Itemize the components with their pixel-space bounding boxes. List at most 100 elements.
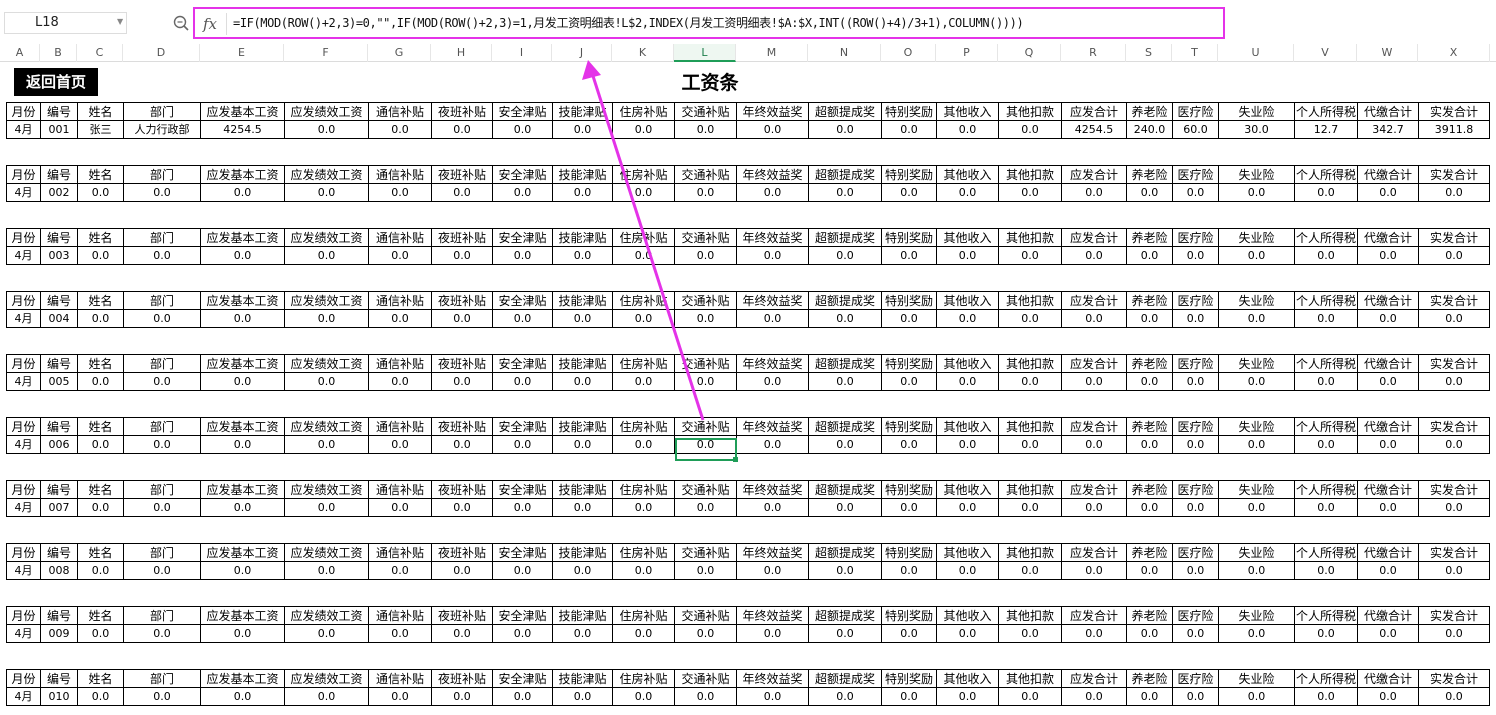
header-cell[interactable]: 月份 [6, 355, 40, 373]
data-cell[interactable]: 0.0 [492, 121, 552, 138]
data-cell[interactable]: 0.0 [552, 436, 612, 453]
data-cell[interactable]: 0.0 [1126, 499, 1172, 516]
data-cell[interactable]: 0.0 [200, 499, 284, 516]
column-header-l[interactable]: L [674, 44, 736, 62]
header-cell[interactable]: 安全津贴 [492, 670, 552, 688]
header-cell[interactable]: 代缴合计 [1357, 607, 1418, 625]
data-cell[interactable]: 0.0 [77, 310, 123, 327]
header-cell[interactable]: 失业险 [1218, 481, 1294, 499]
data-cell[interactable]: 0.0 [368, 688, 431, 705]
header-cell[interactable]: 应发绩效工资 [284, 292, 368, 310]
data-cell[interactable]: 0.0 [936, 121, 998, 138]
data-cell[interactable]: 0.0 [674, 121, 736, 138]
data-cell[interactable]: 0.0 [368, 499, 431, 516]
data-cell[interactable]: 0.0 [674, 310, 736, 327]
header-cell[interactable]: 通信补贴 [368, 670, 431, 688]
data-cell[interactable]: 005 [40, 373, 77, 390]
header-cell[interactable]: 失业险 [1218, 544, 1294, 562]
header-cell[interactable]: 应发合计 [1061, 481, 1126, 499]
data-cell[interactable]: 0.0 [1172, 436, 1218, 453]
data-cell[interactable]: 0.0 [123, 562, 200, 579]
header-cell[interactable]: 住房补贴 [612, 418, 674, 436]
header-cell[interactable]: 特别奖励 [881, 481, 936, 499]
header-cell[interactable]: 编号 [40, 481, 77, 499]
header-cell[interactable]: 实发合计 [1418, 292, 1490, 310]
data-cell[interactable]: 0.0 [1357, 688, 1418, 705]
data-cell[interactable]: 0.0 [431, 562, 492, 579]
data-cell[interactable]: 0.0 [200, 436, 284, 453]
data-cell[interactable]: 0.0 [123, 499, 200, 516]
data-cell[interactable]: 0.0 [612, 121, 674, 138]
data-cell[interactable]: 0.0 [431, 373, 492, 390]
data-cell[interactable]: 0.0 [77, 373, 123, 390]
data-cell[interactable]: 0.0 [1418, 499, 1490, 516]
data-cell[interactable]: 0.0 [674, 373, 736, 390]
data-cell[interactable]: 张三 [77, 121, 123, 138]
data-cell[interactable]: 0.0 [492, 373, 552, 390]
data-cell[interactable]: 0.0 [368, 247, 431, 264]
column-header-k[interactable]: K [612, 44, 674, 62]
header-cell[interactable]: 其他收入 [936, 292, 998, 310]
header-cell[interactable]: 失业险 [1218, 166, 1294, 184]
home-button[interactable]: 返回首页 [14, 68, 98, 96]
header-cell[interactable]: 姓名 [77, 103, 123, 121]
header-cell[interactable]: 超额提成奖 [808, 670, 881, 688]
header-cell[interactable]: 应发绩效工资 [284, 544, 368, 562]
data-cell[interactable]: 4月 [6, 310, 40, 327]
data-cell[interactable]: 0.0 [552, 625, 612, 642]
column-header-t[interactable]: T [1172, 44, 1218, 62]
header-cell[interactable]: 医疗险 [1172, 670, 1218, 688]
header-cell[interactable]: 代缴合计 [1357, 292, 1418, 310]
header-cell[interactable]: 交通补贴 [674, 418, 736, 436]
column-header-x[interactable]: X [1418, 44, 1490, 62]
data-cell[interactable]: 0.0 [123, 247, 200, 264]
header-cell[interactable]: 住房补贴 [612, 481, 674, 499]
header-cell[interactable]: 住房补贴 [612, 229, 674, 247]
header-cell[interactable]: 失业险 [1218, 103, 1294, 121]
data-cell[interactable]: 0.0 [612, 625, 674, 642]
zoom-icon[interactable] [172, 14, 190, 32]
data-cell[interactable]: 0.0 [1218, 184, 1294, 201]
header-cell[interactable]: 养老险 [1126, 418, 1172, 436]
data-cell[interactable]: 4月 [6, 184, 40, 201]
header-cell[interactable]: 部门 [123, 229, 200, 247]
header-cell[interactable]: 超额提成奖 [808, 607, 881, 625]
data-cell[interactable]: 0.0 [674, 562, 736, 579]
data-cell[interactable]: 0.0 [431, 121, 492, 138]
data-cell[interactable]: 0.0 [552, 121, 612, 138]
header-cell[interactable]: 养老险 [1126, 103, 1172, 121]
header-cell[interactable]: 月份 [6, 229, 40, 247]
data-cell[interactable]: 0.0 [1418, 625, 1490, 642]
header-cell[interactable]: 个人所得税 [1294, 103, 1357, 121]
data-cell[interactable]: 0.0 [284, 310, 368, 327]
data-cell[interactable]: 240.0 [1126, 121, 1172, 138]
data-cell[interactable]: 0.0 [1218, 247, 1294, 264]
data-cell[interactable]: 0.0 [936, 688, 998, 705]
header-cell[interactable]: 特别奖励 [881, 292, 936, 310]
data-cell[interactable]: 0.0 [936, 562, 998, 579]
header-cell[interactable]: 年终效益奖 [736, 229, 808, 247]
data-cell[interactable]: 0.0 [77, 184, 123, 201]
data-cell[interactable]: 0.0 [808, 184, 881, 201]
header-cell[interactable]: 住房补贴 [612, 103, 674, 121]
data-cell[interactable]: 0.0 [1218, 688, 1294, 705]
header-cell[interactable]: 其他扣款 [998, 229, 1061, 247]
header-cell[interactable]: 夜班补贴 [431, 544, 492, 562]
header-cell[interactable]: 应发基本工资 [200, 166, 284, 184]
header-cell[interactable]: 个人所得税 [1294, 229, 1357, 247]
header-cell[interactable]: 代缴合计 [1357, 481, 1418, 499]
column-header-f[interactable]: F [284, 44, 368, 62]
header-cell[interactable]: 应发合计 [1061, 229, 1126, 247]
header-cell[interactable]: 养老险 [1126, 229, 1172, 247]
header-cell[interactable]: 个人所得税 [1294, 670, 1357, 688]
data-cell[interactable]: 0.0 [431, 310, 492, 327]
data-cell[interactable]: 0.0 [1218, 310, 1294, 327]
column-header-u[interactable]: U [1218, 44, 1294, 62]
header-cell[interactable]: 失业险 [1218, 292, 1294, 310]
header-cell[interactable]: 夜班补贴 [431, 481, 492, 499]
header-cell[interactable]: 应发绩效工资 [284, 607, 368, 625]
column-header-n[interactable]: N [808, 44, 881, 62]
data-cell[interactable]: 342.7 [1357, 121, 1418, 138]
data-cell[interactable]: 0.0 [492, 310, 552, 327]
data-cell[interactable]: 0.0 [612, 310, 674, 327]
